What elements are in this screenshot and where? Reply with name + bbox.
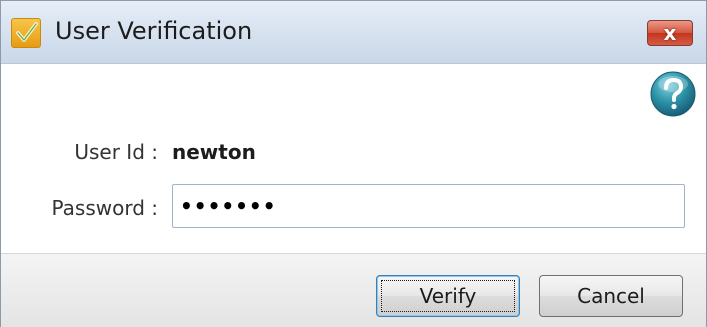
userid-label: User Id :: [74, 140, 158, 164]
title-bar[interactable]: User Verification x: [1, 1, 706, 64]
cancel-button[interactable]: Cancel: [539, 275, 683, 317]
password-label: Password :: [51, 196, 158, 220]
close-icon: x: [663, 21, 677, 45]
window-title: User Verification: [55, 17, 253, 45]
verify-button[interactable]: Verify: [376, 275, 520, 317]
user-verification-dialog: User Verification x User Id : newton Pas…: [0, 0, 707, 327]
verify-button-label: Verify: [419, 284, 477, 308]
cancel-button-label: Cancel: [577, 284, 645, 308]
close-button[interactable]: x: [647, 20, 693, 46]
userid-value: newton: [172, 140, 256, 164]
question-mark-icon[interactable]: [649, 70, 697, 118]
checkmark-icon: [11, 18, 41, 48]
password-field[interactable]: [172, 184, 685, 228]
